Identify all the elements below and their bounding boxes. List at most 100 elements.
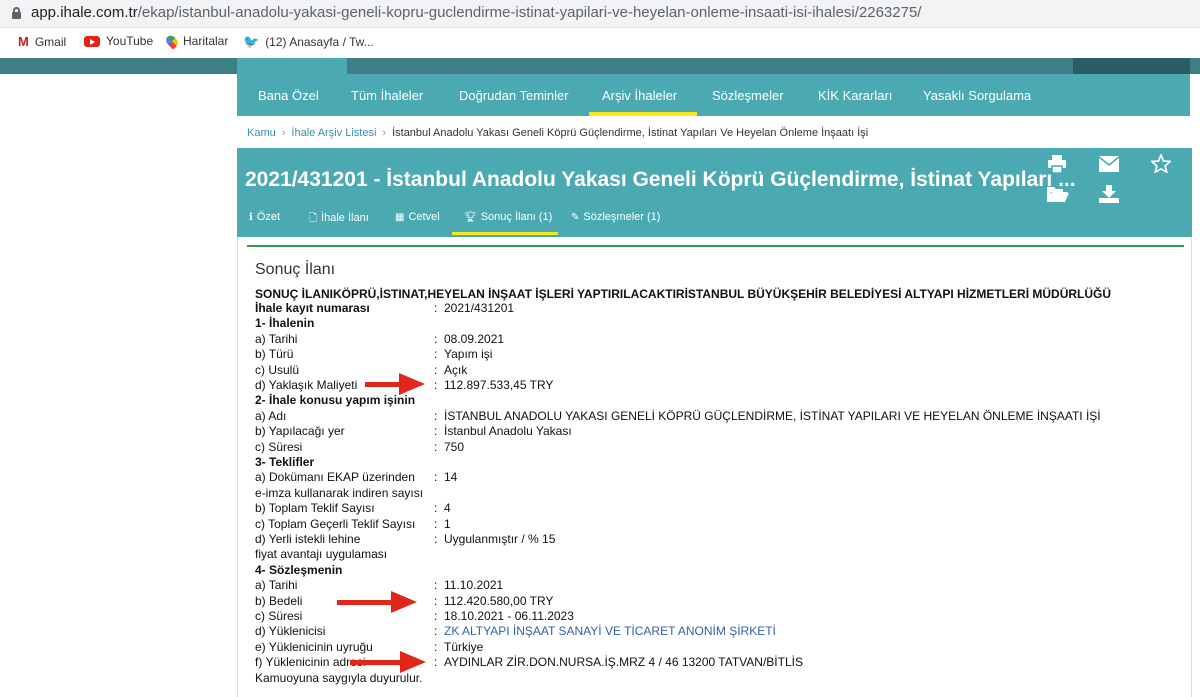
detail-label: e-imza kullanarak indiren sayısı <box>255 485 424 500</box>
detail-row: e) Yüklenicinin uyruğu: Türkiye <box>255 640 1185 655</box>
detail-label: 1- İhalenin <box>255 316 315 331</box>
star-icon[interactable] <box>1149 152 1173 177</box>
detail-value: 1 <box>444 516 451 531</box>
detail-label: b) Bedeli <box>255 593 303 608</box>
detail-value: 14 <box>444 470 458 485</box>
print-icon[interactable] <box>1047 155 1067 177</box>
detail-value: İSTANBUL ANADOLU YAKASI GENELİ KÖPRÜ GÜÇ… <box>444 408 1101 423</box>
detail-value: Yapım işi <box>444 347 493 362</box>
bookmark-haritalar[interactable]: Haritalar <box>163 32 228 50</box>
detail-row: 1- İhalenin <box>255 316 1185 331</box>
detail-label: d) Yerli istekli lehine <box>255 532 361 546</box>
result-header-line: SONUÇ İLANIKÖPRÜ,İSTINAT,HEYELAN İNŞAAT … <box>255 287 1112 301</box>
detail-label: f) Yüklenicinin adresi <box>255 655 366 670</box>
detail-value: 112.897.533,45 TRY <box>444 378 554 392</box>
detail-label: c) Süresi <box>255 439 303 454</box>
detail-value: Uygulanmıştır / % 15 <box>444 532 556 546</box>
detail-label: a) Tarihi <box>255 331 298 346</box>
breadcrumb-home[interactable]: Kamu <box>247 127 276 139</box>
document-icon: 🗋 <box>309 213 318 224</box>
nav-tum-ihaleler[interactable]: Tüm İhaleler <box>351 88 423 103</box>
detail-label: fiyat avantajı uygulaması <box>255 547 388 562</box>
detail-separator: : <box>434 362 438 377</box>
detail-separator: : <box>434 501 438 516</box>
detail-separator: : <box>434 424 438 439</box>
maps-pin-icon <box>163 32 181 50</box>
bookmark-gmail[interactable]: M Gmail <box>18 34 66 49</box>
detail-separator: : <box>434 532 438 546</box>
detail-label: 3- Teklifler <box>255 455 315 469</box>
top-right-panel <box>1073 58 1190 74</box>
detail-row: c) Toplam Geçerli Teklif Sayısı:1 <box>255 517 1185 532</box>
info-icon: ℹ <box>249 212 253 223</box>
detail-separator: : <box>434 470 438 485</box>
nav-sozlesmeler[interactable]: Sözleşmeler <box>712 88 784 103</box>
detail-row: fiyat avantajı uygulaması <box>255 547 1185 562</box>
breadcrumb-current: İstanbul Anadolu Yakası Geneli Köprü Güç… <box>392 127 869 139</box>
detail-label: d) Yüklenicisi <box>255 624 326 639</box>
edit-icon: ✎ <box>571 212 580 223</box>
detail-label: b) Yapılacağı yer <box>255 424 345 439</box>
detail-separator: : <box>434 624 438 639</box>
detail-separator: : <box>434 439 438 454</box>
page-title: 2021/431201 - İstanbul Anadolu Yakası Ge… <box>245 168 1076 191</box>
browser-address-bar[interactable]: app.ihale.com.tr/ekap/istanbul-anadolu-y… <box>0 0 1200 28</box>
detail-row: İhale kayıt numarası:2021/431201 <box>255 301 1185 316</box>
detail-separator: : <box>434 347 438 362</box>
detail-value: 18.10.2021 - 06.11.2023 <box>444 609 574 623</box>
contractor-link[interactable]: ZK ALTYAPI İNŞAAT SANAYİ VE TİCARET ANON… <box>444 624 776 638</box>
twitter-bird-icon: 🐦 <box>243 34 260 49</box>
detail-separator: : <box>434 378 438 392</box>
tab-cetvel[interactable]: ▦ Cetvel <box>395 211 440 223</box>
detail-label: c) Süresi <box>255 609 303 623</box>
detail-separator: : <box>434 301 438 315</box>
tab-ihale-ilani[interactable]: 🗋 İhale İlanı <box>309 211 369 228</box>
detail-separator: : <box>434 655 438 670</box>
detail-row: c) Usulü: Açık <box>255 363 1185 378</box>
detail-row: a) Adı: İSTANBUL ANADOLU YAKASI GENELİ KÖ… <box>255 409 1185 424</box>
tab-sozlesmeler[interactable]: ✎ Sözleşmeler (1) <box>571 211 660 223</box>
tab-sonuc-ilani[interactable]: 🏆︎ Sonuç İlanı (1) <box>464 211 552 223</box>
mail-icon[interactable] <box>1098 156 1120 176</box>
bookmark-youtube[interactable]: YouTube <box>84 34 153 48</box>
detail-row: a) Dokümanı EKAP üzerinden:14 <box>255 470 1185 485</box>
detail-label: 2- İhale konusu yapım işinin <box>255 393 416 408</box>
detail-separator: : <box>434 578 438 593</box>
bookmark-twitter[interactable]: 🐦 (12) Anasayfa / Tw... <box>243 34 374 50</box>
bookmarks-bar: M Gmail YouTube Haritalar 🐦 (12) Anasayfa … <box>0 29 1200 55</box>
address-url[interactable]: app.ihale.com.tr/ekap/istanbul-anadolu-y… <box>31 4 921 21</box>
detail-separator: : <box>434 408 438 423</box>
breadcrumb-list[interactable]: İhale Arşiv Listesi <box>291 127 376 139</box>
grid-icon: ▦ <box>395 212 405 223</box>
detail-row: Kamuoyuna saygıyla duyurulur. <box>255 671 1185 686</box>
main-nav: Bana Özel Tüm İhaleler Doğrudan Teminler… <box>237 74 1190 116</box>
result-content: Sonuç İlanı SONUÇ İLANIKÖPRÜ,İSTINAT,HEY… <box>237 237 1192 697</box>
nav-arsiv-ihaleler[interactable]: Arşiv İhaleler <box>602 88 677 103</box>
folder-open-icon[interactable] <box>1047 186 1069 207</box>
site-top-band <box>0 58 1200 74</box>
trophy-icon: 🏆︎ <box>464 212 477 223</box>
nav-kik-kararlari[interactable]: KİK Kararları <box>818 88 892 103</box>
breadcrumb: Kamu › İhale Arşiv Listesi › İstanbul Anadol… <box>247 127 868 139</box>
detail-row: b) Türü: Yapım işi <box>255 347 1185 362</box>
detail-label: e) Yüklenicinin uyruğu <box>255 639 373 654</box>
nav-yasakli-sorgulama[interactable]: Yasaklı Sorgulama <box>923 88 1031 103</box>
tab-ozet[interactable]: ℹ Özet <box>249 211 280 223</box>
divider <box>247 245 1184 247</box>
detail-label: d) Yaklaşık Maliyeti <box>255 378 358 392</box>
detail-row: d) Yüklenicisi: ZK ALTYAPI İNŞAAT SANAYİ … <box>255 624 1185 639</box>
detail-row: 4- Sözleşmenin <box>255 563 1185 578</box>
download-icon[interactable] <box>1099 185 1119 207</box>
detail-row: e-imza kullanarak indiren sayısı <box>255 486 1185 501</box>
nav-bana-ozel[interactable]: Bana Özel <box>258 88 319 103</box>
detail-value: 11.10.2021 <box>444 578 504 593</box>
nav-active-indicator <box>589 112 697 116</box>
detail-label: 4- Sözleşmenin <box>255 562 343 577</box>
nav-dogrudan-teminler[interactable]: Doğrudan Teminler <box>459 88 569 103</box>
chevron-right-icon: › <box>281 127 286 139</box>
detail-separator: : <box>434 639 438 654</box>
detail-label: İhale kayıt numarası <box>255 301 370 315</box>
detail-value: 112.420.580,00 TRY <box>444 593 554 608</box>
gmail-icon: M <box>18 34 29 49</box>
detail-label: a) Tarihi <box>255 578 298 593</box>
